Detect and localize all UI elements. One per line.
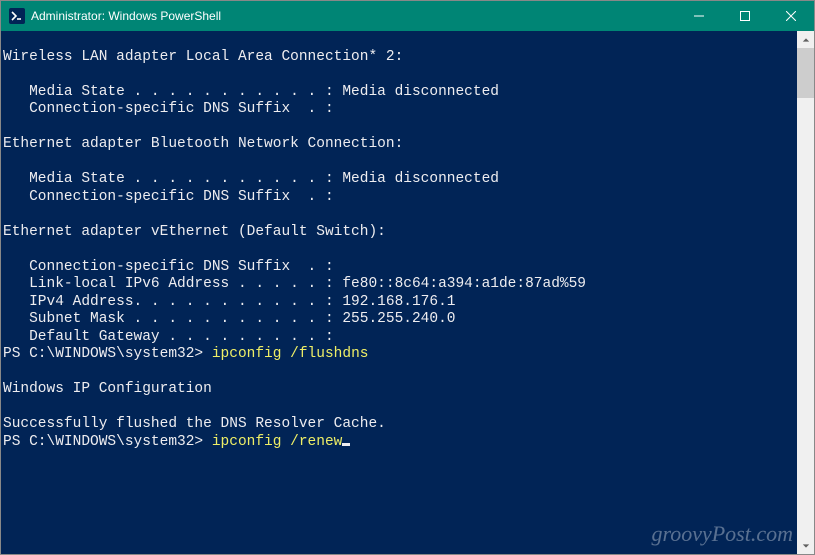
powershell-icon	[9, 8, 25, 24]
terminal-line: Connection-specific DNS Suffix . :	[3, 101, 797, 119]
terminal-line: IPv4 Address. . . . . . . . . . . : 192.…	[3, 294, 797, 312]
terminal-line	[3, 399, 797, 417]
terminal-line	[3, 119, 797, 137]
cursor	[342, 443, 350, 446]
terminal-line: Ethernet adapter vEthernet (Default Swit…	[3, 224, 797, 242]
terminal-line: Ethernet adapter Bluetooth Network Conne…	[3, 136, 797, 154]
titlebar[interactable]: Administrator: Windows PowerShell	[1, 1, 814, 31]
prompt-text: PS C:\WINDOWS\system32>	[3, 434, 212, 450]
terminal-line: Media State . . . . . . . . . . . : Medi…	[3, 171, 797, 189]
powershell-window: Administrator: Windows PowerShell Wirele…	[0, 0, 815, 555]
scrollbar-up-button[interactable]	[797, 31, 814, 48]
terminal-line: Windows IP Configuration	[3, 381, 797, 399]
terminal-line	[3, 206, 797, 224]
minimize-button[interactable]	[676, 1, 722, 31]
terminal-line: Successfully flushed the DNS Resolver Ca…	[3, 416, 797, 434]
terminal-line: Default Gateway . . . . . . . . . :	[3, 329, 797, 347]
window-controls	[676, 1, 814, 31]
terminal-line	[3, 241, 797, 259]
terminal-line: Connection-specific DNS Suffix . :	[3, 259, 797, 277]
vertical-scrollbar[interactable]	[797, 31, 814, 554]
terminal-line: Subnet Mask . . . . . . . . . . . : 255.…	[3, 311, 797, 329]
terminal-line	[3, 364, 797, 382]
terminal-line: Link-local IPv6 Address . . . . . : fe80…	[3, 276, 797, 294]
terminal-line: Connection-specific DNS Suffix . :	[3, 189, 797, 207]
terminal-line	[3, 66, 797, 84]
maximize-button[interactable]	[722, 1, 768, 31]
scrollbar-down-button[interactable]	[797, 537, 814, 554]
terminal-output[interactable]: Wireless LAN adapter Local Area Connecti…	[1, 31, 797, 554]
window-title: Administrator: Windows PowerShell	[31, 9, 676, 23]
terminal-line: Media State . . . . . . . . . . . : Medi…	[3, 84, 797, 102]
prompt-text: PS C:\WINDOWS\system32>	[3, 346, 212, 362]
scrollbar-track[interactable]	[797, 48, 814, 537]
scrollbar-thumb[interactable]	[797, 48, 814, 98]
terminal-line	[3, 31, 797, 49]
command-text: ipconfig /flushdns	[212, 346, 369, 362]
terminal-line: PS C:\WINDOWS\system32> ipconfig /flushd…	[3, 346, 797, 364]
terminal-line: Wireless LAN adapter Local Area Connecti…	[3, 49, 797, 67]
command-text: ipconfig /renew	[212, 434, 343, 450]
terminal-line: PS C:\WINDOWS\system32> ipconfig /renew	[3, 434, 797, 452]
terminal-area: Wireless LAN adapter Local Area Connecti…	[1, 31, 814, 554]
terminal-line	[3, 154, 797, 172]
close-button[interactable]	[768, 1, 814, 31]
